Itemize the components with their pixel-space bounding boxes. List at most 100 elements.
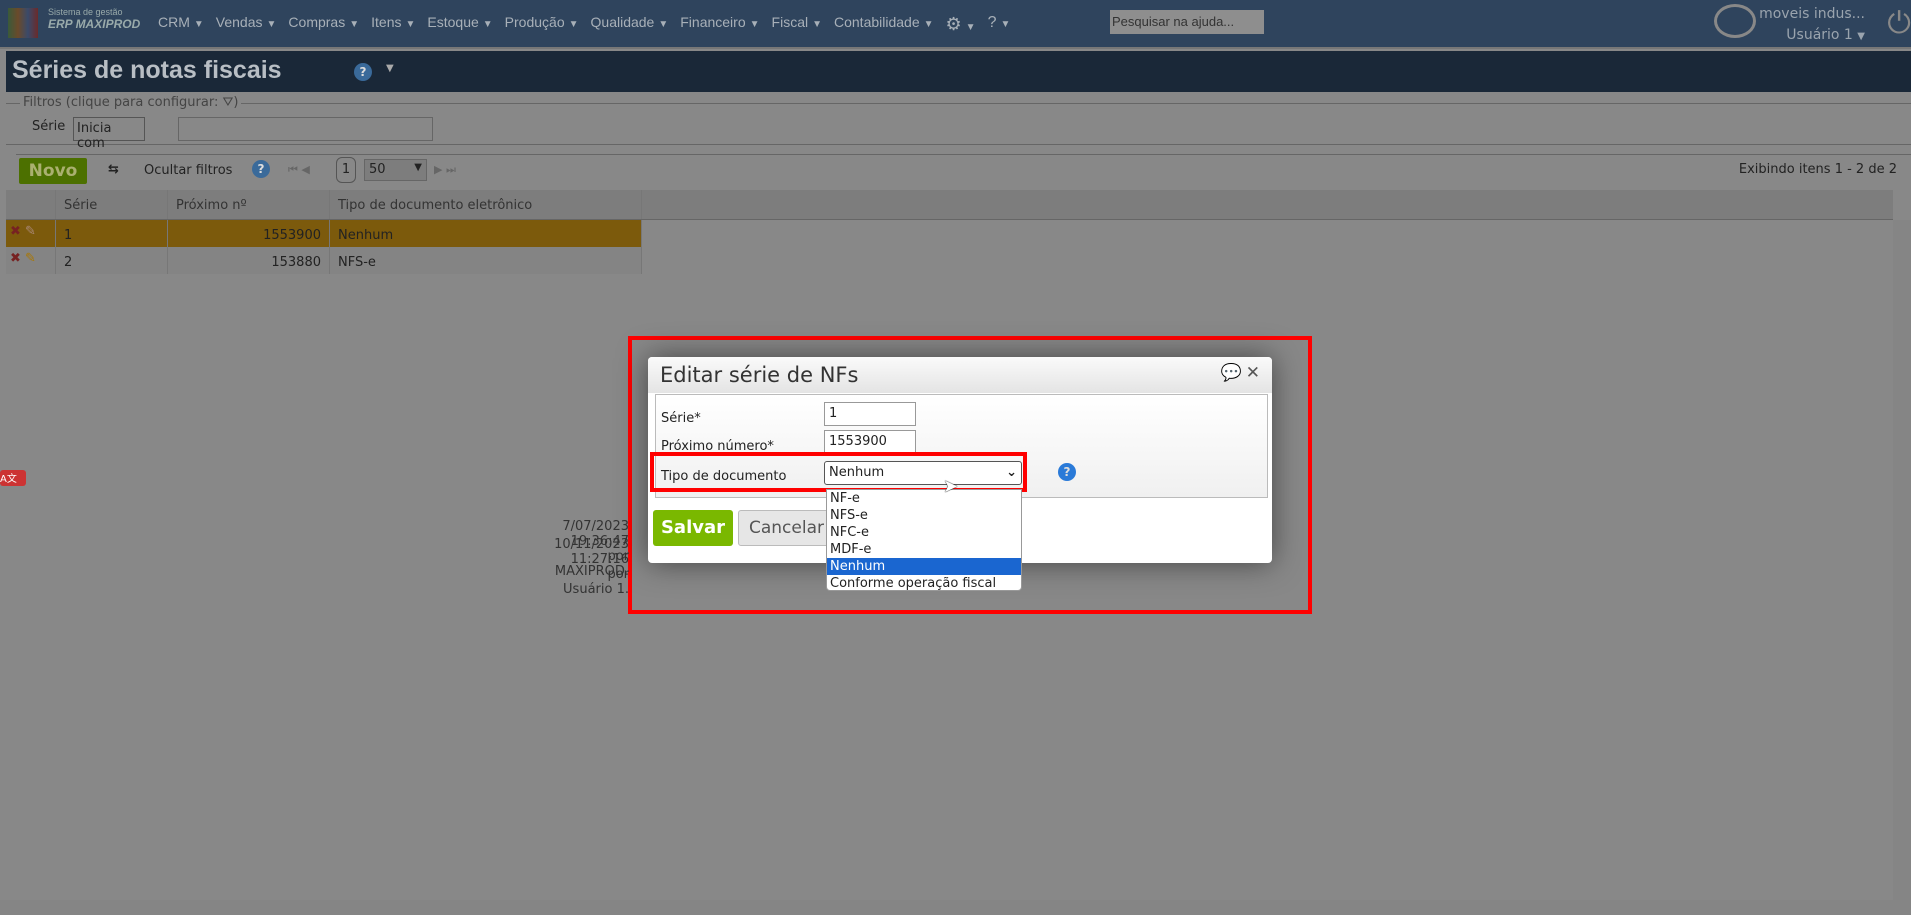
menu-vendas[interactable]: Vendas ▼ — [216, 14, 277, 35]
menu-crm[interactable]: CRM ▼ — [158, 14, 204, 35]
table-row[interactable]: ✖ ✎ 2 153880 NFS-e — [6, 247, 642, 274]
user-menu[interactable]: moveis indus... Usuário 1 ▼ — [1759, 4, 1865, 47]
filters-legend-text: Filtros (clique para configurar: — [23, 95, 219, 110]
main-menu: CRM ▼ Vendas ▼ Compras ▼ Itens ▼ Estoque ▼ Pr… — [158, 14, 1022, 35]
caret-down-icon: ▼ — [923, 19, 934, 30]
caret-down-icon: ▼ — [349, 19, 360, 30]
help-icon[interactable]: ? — [354, 63, 372, 81]
close-icon[interactable]: ✕ — [1246, 363, 1260, 383]
help-icon: ? — [987, 14, 997, 31]
dialog-title: Editar série de NFs — [660, 363, 859, 387]
highlight-box — [650, 452, 1027, 492]
logo-line2: ERP MAXIPROD — [48, 17, 141, 31]
first-page-icon[interactable]: ⏮ ◀ — [288, 163, 310, 177]
filter-value-input[interactable] — [178, 117, 433, 141]
table-header: Série Próximo nº Tipo de documento eletr… — [6, 190, 1893, 220]
filters-legend-end: ) — [233, 95, 239, 110]
table-row[interactable]: ✖ ✎ 1 1553900 Nenhum — [6, 220, 642, 247]
comment-icon[interactable]: 💬 — [1221, 363, 1242, 383]
cell-tipo: Nenhum — [330, 220, 642, 247]
power-icon[interactable]: ⏻ — [1887, 6, 1911, 41]
logo-text: Sistema de gestão ERP MAXIPROD — [48, 6, 140, 31]
edit-icon[interactable]: ✎ — [25, 251, 36, 266]
company-name: moveis indus... — [1759, 6, 1865, 22]
page-title: Séries de notas fiscais — [12, 56, 282, 84]
edit-icon[interactable]: ✎ — [25, 224, 36, 239]
chat-icon[interactable] — [1714, 4, 1756, 38]
menu-estoque[interactable]: Estoque ▼ — [427, 14, 492, 35]
option-mdfe[interactable]: MDF-e — [827, 541, 1021, 558]
menu-qualidade[interactable]: Qualidade ▼ — [591, 14, 669, 35]
vertical-scrollbar[interactable] — [1893, 220, 1911, 900]
caret-down-icon: ▼ — [812, 19, 822, 30]
menu-label: Vendas — [215, 14, 263, 30]
logo-icon[interactable] — [8, 8, 38, 38]
caret-down-icon: ▼ — [749, 19, 760, 30]
header-serie[interactable]: Série — [56, 190, 168, 219]
caret-down-icon: ▼ — [965, 22, 976, 33]
settings-menu[interactable]: ⚙ ▼ — [946, 14, 976, 35]
row-actions: ✖ ✎ — [6, 247, 56, 274]
option-nfse[interactable]: NFS-e — [827, 507, 1021, 524]
save-button[interactable]: Salvar — [653, 510, 733, 546]
serie-label: Série* — [661, 411, 701, 426]
tipo-dropdown-list: NF-e NFS-e NFC-e MDF-e Nenhum Conforme o… — [826, 489, 1022, 591]
menu-label: Contabilidade — [834, 14, 920, 30]
filter-operator-select[interactable]: Inicia com — [73, 117, 145, 151]
hide-filters-button[interactable]: Ocultar filtros — [144, 163, 232, 178]
delete-icon[interactable]: ✖ — [10, 251, 21, 266]
caret-down-icon: ▼ — [1000, 19, 1011, 30]
menu-label: Estoque — [427, 14, 479, 30]
filter-operator-value: Inicia com — [77, 121, 112, 151]
caret-down-icon: ▼ — [658, 19, 669, 30]
page-number-input[interactable]: 1 — [336, 157, 356, 183]
cell-proximo: 1553900 — [168, 220, 330, 247]
option-conforme[interactable]: Conforme operação fiscal — [827, 575, 1021, 592]
filter-icon: ⛛ — [222, 95, 234, 110]
help-icon[interactable]: ? — [1058, 463, 1076, 481]
header-proximo[interactable]: Próximo nº — [168, 190, 330, 219]
header-tipo[interactable]: Tipo de documento eletrônico — [330, 190, 642, 219]
option-nfce[interactable]: NFC-e — [827, 524, 1021, 541]
menu-producao[interactable]: Produção ▼ — [505, 14, 579, 35]
page-header: Séries de notas fiscais ? ▼ — [6, 51, 1911, 92]
option-nenhum[interactable]: Nenhum — [827, 558, 1021, 575]
horizontal-scrollbar[interactable] — [0, 900, 1911, 915]
menu-label: Compras — [288, 14, 346, 30]
cancel-button[interactable]: Cancelar — [738, 510, 838, 546]
page-size-select[interactable]: 50 ▼ — [364, 159, 427, 181]
series-table: Série Próximo nº Tipo de documento eletr… — [6, 190, 1893, 274]
menu-compras[interactable]: Compras ▼ — [288, 14, 359, 35]
caret-down-icon[interactable]: ▼ — [386, 63, 394, 74]
menu-label: Itens — [371, 14, 402, 30]
updated-info: 10/11/2023 11:27:16 por Usuário 1. — [554, 537, 629, 597]
menu-label: CRM — [158, 14, 190, 30]
header-actions — [6, 190, 56, 219]
help-icon[interactable]: ? — [252, 160, 270, 178]
menu-contabilidade[interactable]: Contabilidade ▼ — [834, 14, 934, 35]
help-menu[interactable]: ? ▼ — [988, 14, 1011, 35]
caret-down-icon: ▼ — [414, 162, 422, 173]
menu-label: Fiscal — [771, 14, 809, 30]
serie-input[interactable]: 1 — [824, 402, 916, 426]
translate-icon[interactable]: A文 — [0, 470, 26, 486]
refresh-icon[interactable]: ⇆ — [108, 162, 119, 177]
menu-financeiro[interactable]: Financeiro ▼ — [680, 14, 759, 35]
top-navbar: Sistema de gestão ERP MAXIPROD CRM ▼ Venda… — [0, 0, 1911, 49]
option-nfe[interactable]: NF-e — [827, 490, 1021, 507]
mouse-cursor-icon: ➤ — [943, 476, 959, 497]
menu-label: Qualidade — [590, 14, 655, 30]
last-page-icon[interactable]: ▶ ⏭ — [434, 163, 456, 177]
help-search-input[interactable]: Pesquisar na ajuda... — [1110, 10, 1264, 34]
proximo-input[interactable]: 1553900 — [824, 430, 916, 454]
caret-down-icon: ▼ — [482, 19, 493, 30]
row-actions: ✖ ✎ — [6, 220, 56, 247]
filters-legend[interactable]: Filtros (clique para configurar: ⛛) — [20, 95, 242, 110]
menu-fiscal[interactable]: Fiscal ▼ — [772, 14, 822, 35]
menu-label: Produção — [504, 14, 565, 30]
delete-icon[interactable]: ✖ — [10, 224, 21, 239]
caret-down-icon: ▼ — [266, 19, 277, 30]
caret-down-icon: ▼ — [568, 19, 579, 30]
new-button[interactable]: Novo — [19, 158, 87, 184]
menu-itens[interactable]: Itens ▼ — [371, 14, 415, 35]
